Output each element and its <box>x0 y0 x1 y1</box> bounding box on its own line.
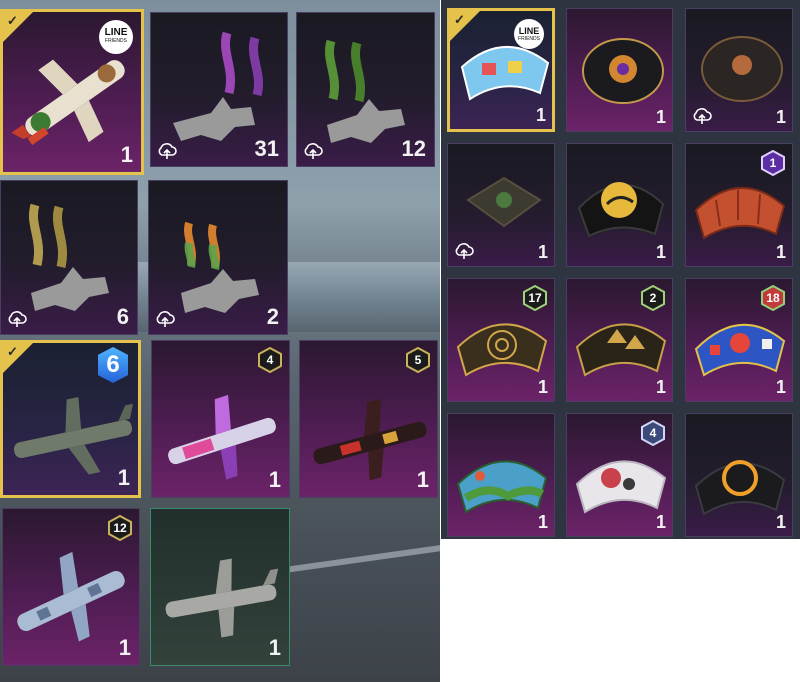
cloud-upload-icon <box>304 143 323 159</box>
item-tile-moon-night-parachute[interactable]: 1 <box>566 143 673 267</box>
item-count: 1 <box>655 242 666 262</box>
item-tile-gold-triangle-parachute[interactable]: 2 1 <box>566 278 673 402</box>
item-tile-camo-pack-parachute[interactable]: 1 <box>447 143 555 267</box>
cloud-upload-icon <box>455 243 474 259</box>
cloud-upload-icon <box>156 311 175 327</box>
item-count: 1 <box>535 105 546 125</box>
item-tile-white-graffiti-parachute[interactable]: 4 1 <box>566 413 673 537</box>
item-count: 1 <box>775 242 786 262</box>
runway-line-background <box>270 541 440 575</box>
left-inventory-panel: ✓ LINE FRIENDS 1 31 12 6 2 ✓ 6 1 4 1 5 1… <box>0 0 440 682</box>
cloud-upload-icon <box>8 311 27 327</box>
item-count: 1 <box>655 512 666 532</box>
item-count: 1 <box>537 512 548 532</box>
item-count: 1 <box>655 107 666 127</box>
item-count: 1 <box>537 242 548 262</box>
cloud-upload-icon <box>158 143 177 159</box>
item-count: 1 <box>268 635 281 660</box>
item-tile-green-smoke[interactable]: 12 <box>296 12 435 167</box>
cloud-upload-icon <box>693 108 712 124</box>
item-tile-tricolor-smoke[interactable]: 2 <box>148 180 288 335</box>
item-tile-black-red-plane[interactable]: 5 1 <box>299 340 438 498</box>
item-count: 1 <box>537 377 548 397</box>
item-count: 31 <box>254 136 279 161</box>
item-tile-purple-graffiti-plane[interactable]: 4 1 <box>151 340 290 498</box>
item-tile-dark-ornate-parachute[interactable]: 1 <box>685 8 793 132</box>
right-inventory-panel: ✓ LINE FRIENDS 1 1 1 1 1 1 1 17 1 2 1 18… <box>441 0 800 539</box>
item-count: 12 <box>401 136 426 161</box>
item-tile-ornate-black-parachute[interactable]: 1 <box>566 8 673 132</box>
item-count: 1 <box>268 467 281 492</box>
item-tile-line-friends-parachute[interactable]: ✓ LINE FRIENDS 1 <box>447 8 555 132</box>
item-count: 1 <box>655 377 666 397</box>
item-tile-classic-cargo-plane[interactable]: 1 <box>150 508 290 666</box>
item-count: 1 <box>120 142 133 167</box>
item-tile-line-friends-plane[interactable]: ✓ LINE FRIENDS 1 <box>0 9 144 175</box>
item-tile-gold-ring-parachute[interactable]: 1 <box>685 413 793 537</box>
item-tile-yellow-smoke[interactable]: 6 <box>0 180 138 335</box>
item-tile-red-stitched-parachute[interactable]: 1 1 <box>685 143 793 267</box>
item-count: 1 <box>775 512 786 532</box>
item-tile-purple-smoke[interactable]: 31 <box>150 12 288 167</box>
item-tile-blue-red-chess-parachute[interactable]: 18 1 <box>685 278 793 402</box>
item-count: 1 <box>775 107 786 127</box>
item-count: 1 <box>416 467 429 492</box>
item-tile-jungle-parachute[interactable]: 1 <box>447 413 555 537</box>
item-count: 2 <box>266 304 279 329</box>
item-tile-gold-web-parachute[interactable]: 17 1 <box>447 278 555 402</box>
item-count: 1 <box>118 635 131 660</box>
item-tile-grey-cargo-plane[interactable]: ✓ 6 1 <box>0 340 141 498</box>
item-count: 1 <box>775 377 786 397</box>
item-count: 6 <box>116 304 129 329</box>
item-tile-blue-camo-plane[interactable]: 12 1 <box>2 508 140 666</box>
item-count: 1 <box>117 465 130 490</box>
